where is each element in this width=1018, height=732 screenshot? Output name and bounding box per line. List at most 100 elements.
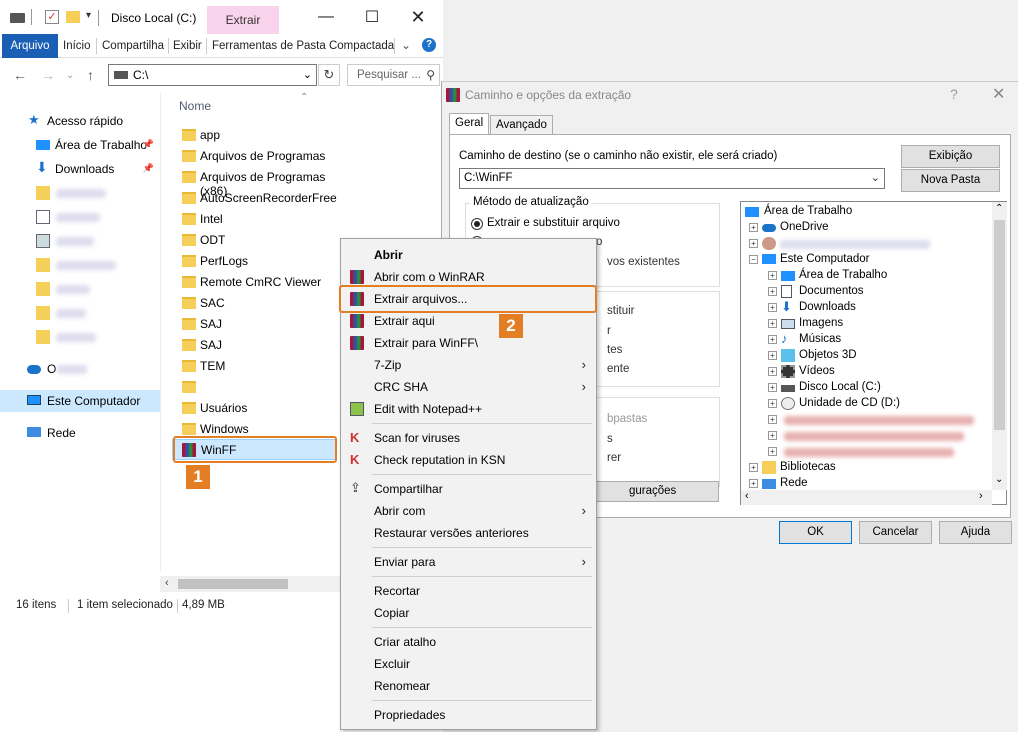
menu-item-7zip[interactable]: 7-Zip ›: [343, 354, 594, 376]
tree-node-this-pc[interactable]: − Este Computador: [749, 252, 989, 268]
save-settings-button[interactable]: gurações: [585, 481, 719, 502]
nav-quick-access[interactable]: ★ Acesso rápido: [0, 110, 160, 132]
file-row[interactable]: Usuários: [172, 398, 336, 419]
nav-image-blurred[interactable]: [0, 230, 160, 252]
tree-node-desktop[interactable]: Área de Trabalho: [745, 204, 985, 220]
customize-quick-access-icon[interactable]: ▾: [86, 10, 91, 21]
menu-item-restaurar[interactable]: Restaurar versões anteriores: [343, 522, 594, 544]
file-row[interactable]: Remote CmRC Viewer: [172, 272, 336, 293]
menu-item-abrir[interactable]: Abrir: [343, 244, 594, 266]
file-row[interactable]: app: [172, 125, 336, 146]
expand-plus-icon[interactable]: +: [768, 415, 777, 424]
nav-folder-blurred[interactable]: [0, 302, 160, 324]
expand-ribbon-icon[interactable]: ⌄: [401, 38, 411, 52]
menu-item-crc-sha[interactable]: CRC SHA ›: [343, 376, 594, 398]
ok-button[interactable]: OK: [779, 521, 852, 544]
tree-node-blurred[interactable]: +: [768, 444, 988, 460]
expand-plus-icon[interactable]: +: [768, 335, 777, 344]
scroll-up-icon[interactable]: ⌃: [995, 203, 1003, 214]
file-row[interactable]: SAJ: [172, 314, 336, 335]
menu-item-excluir[interactable]: Excluir: [343, 653, 594, 675]
expand-plus-icon[interactable]: +: [768, 447, 777, 456]
file-row[interactable]: PerfLogs: [172, 251, 336, 272]
menu-item-extrair-aqui[interactable]: Extrair aqui: [343, 310, 594, 332]
address-bar[interactable]: C:\ ⌄: [108, 64, 317, 86]
new-folder-button[interactable]: Nova Pasta: [901, 169, 1000, 192]
help-icon[interactable]: ?: [422, 38, 436, 52]
folder-tree[interactable]: Área de Trabalho + OneDrive + − Este Com…: [740, 201, 1007, 505]
tab-compartilhar[interactable]: Compartilha: [97, 34, 169, 58]
expand-plus-icon[interactable]: +: [768, 303, 777, 312]
nav-folder-blurred[interactable]: [0, 278, 160, 300]
expand-plus-icon[interactable]: +: [749, 239, 758, 248]
nav-folder-blurred[interactable]: [0, 182, 160, 204]
file-row[interactable]: Arquivos de Programas: [172, 146, 336, 167]
file-row[interactable]: Intel: [172, 209, 336, 230]
tree-node-blurred[interactable]: +: [768, 412, 988, 428]
pin-icon[interactable]: 📌: [143, 163, 154, 174]
scroll-right-icon[interactable]: ›: [979, 490, 983, 502]
chevron-down-icon[interactable]: ⌄: [303, 68, 312, 81]
menu-item-criar-atalho[interactable]: Criar atalho: [343, 631, 594, 653]
nav-folder-blurred[interactable]: [0, 326, 160, 348]
tree-node-videos[interactable]: + Vídeos: [768, 364, 988, 380]
tree-node-downloads[interactable]: + ⬇ Downloads: [768, 299, 988, 316]
tree-node-onedrive[interactable]: + OneDrive: [749, 220, 989, 236]
forward-arrow-icon[interactable]: →: [41, 67, 55, 83]
nav-folder-blurred[interactable]: [0, 254, 160, 276]
nav-document-blurred[interactable]: [0, 206, 160, 228]
expand-plus-icon[interactable]: +: [768, 287, 777, 296]
tree-node-blurred[interactable]: +: [768, 428, 988, 444]
file-row[interactable]: ODT: [172, 230, 336, 251]
back-arrow-icon[interactable]: ←: [13, 67, 27, 83]
tab-ferramentas-pasta-compactada[interactable]: Ferramentas de Pasta Compactada: [207, 34, 399, 58]
tree-node-libraries[interactable]: + Bibliotecas: [749, 460, 989, 476]
nav-desktop[interactable]: Área de Trabalho 📌: [0, 134, 160, 156]
file-row[interactable]: SAJ: [172, 335, 336, 356]
nav-onedrive[interactable]: O: [0, 358, 160, 380]
nav-network[interactable]: Rede: [0, 422, 160, 444]
tab-exibir[interactable]: Exibir: [168, 34, 207, 58]
help-button[interactable]: Ajuda: [939, 521, 1012, 544]
context-tab-extract[interactable]: Extrair: [207, 6, 279, 34]
maximize-icon[interactable]: ☐: [349, 0, 395, 34]
tree-node-desktop-sub[interactable]: + Área de Trabalho: [768, 268, 988, 284]
file-row[interactable]: AutoScreenRecorderFree: [172, 188, 337, 209]
destination-path-combobox[interactable]: C:\WinFF ⌄: [459, 168, 885, 189]
tree-node-user-blurred[interactable]: +: [749, 236, 989, 252]
tab-arquivo[interactable]: Arquivo: [2, 34, 58, 58]
expand-plus-icon[interactable]: +: [768, 431, 777, 440]
file-row[interactable]: TEM: [172, 356, 336, 377]
file-row[interactable]: [172, 377, 336, 398]
scroll-left-icon[interactable]: ‹: [165, 577, 169, 589]
scrollbar-thumb[interactable]: [178, 579, 288, 589]
tree-node-documents[interactable]: + Documentos: [768, 284, 988, 300]
tree-horizontal-scrollbar[interactable]: ‹ ›: [741, 490, 992, 505]
expand-plus-icon[interactable]: +: [749, 223, 758, 232]
close-icon[interactable]: ✕: [395, 0, 441, 34]
menu-item-enviar-para[interactable]: Enviar para ›: [343, 551, 594, 573]
tab-avancado[interactable]: Avançado: [490, 115, 553, 135]
refresh-icon[interactable]: ↻: [318, 64, 340, 86]
menu-item-check-ksn[interactable]: K Check reputation in KSN: [343, 449, 594, 471]
tree-node-images[interactable]: + Imagens: [768, 316, 988, 332]
tree-vertical-scrollbar[interactable]: ⌃ ⌄: [992, 202, 1007, 490]
search-input[interactable]: Pesquisar ... ⚲: [347, 64, 440, 86]
menu-item-propriedades[interactable]: Propriedades: [343, 704, 594, 726]
radio-extract-replace[interactable]: [471, 218, 483, 230]
recent-locations-icon[interactable]: ⌄: [66, 70, 74, 81]
menu-item-notepadpp[interactable]: Edit with Notepad++: [343, 398, 594, 420]
menu-item-extrair-para[interactable]: Extrair para WinFF\: [343, 332, 594, 354]
column-header-name[interactable]: Nome: [179, 99, 211, 113]
tab-inicio[interactable]: Início: [58, 34, 96, 58]
view-button[interactable]: Exibição: [901, 145, 1000, 168]
nav-this-pc[interactable]: Este Computador: [0, 390, 160, 412]
menu-item-compartilhar[interactable]: ⇪ Compartilhar: [343, 478, 594, 500]
close-icon[interactable]: ✕: [992, 84, 1005, 104]
expand-plus-icon[interactable]: +: [768, 367, 777, 376]
tree-node-cd-drive[interactable]: + Unidade de CD (D:): [768, 396, 988, 412]
properties-icon[interactable]: ✓: [45, 10, 59, 24]
tree-node-music[interactable]: + ♪ Músicas: [768, 331, 988, 348]
tree-node-local-disk[interactable]: + Disco Local (C:): [768, 380, 988, 396]
expand-plus-icon[interactable]: +: [768, 271, 777, 280]
